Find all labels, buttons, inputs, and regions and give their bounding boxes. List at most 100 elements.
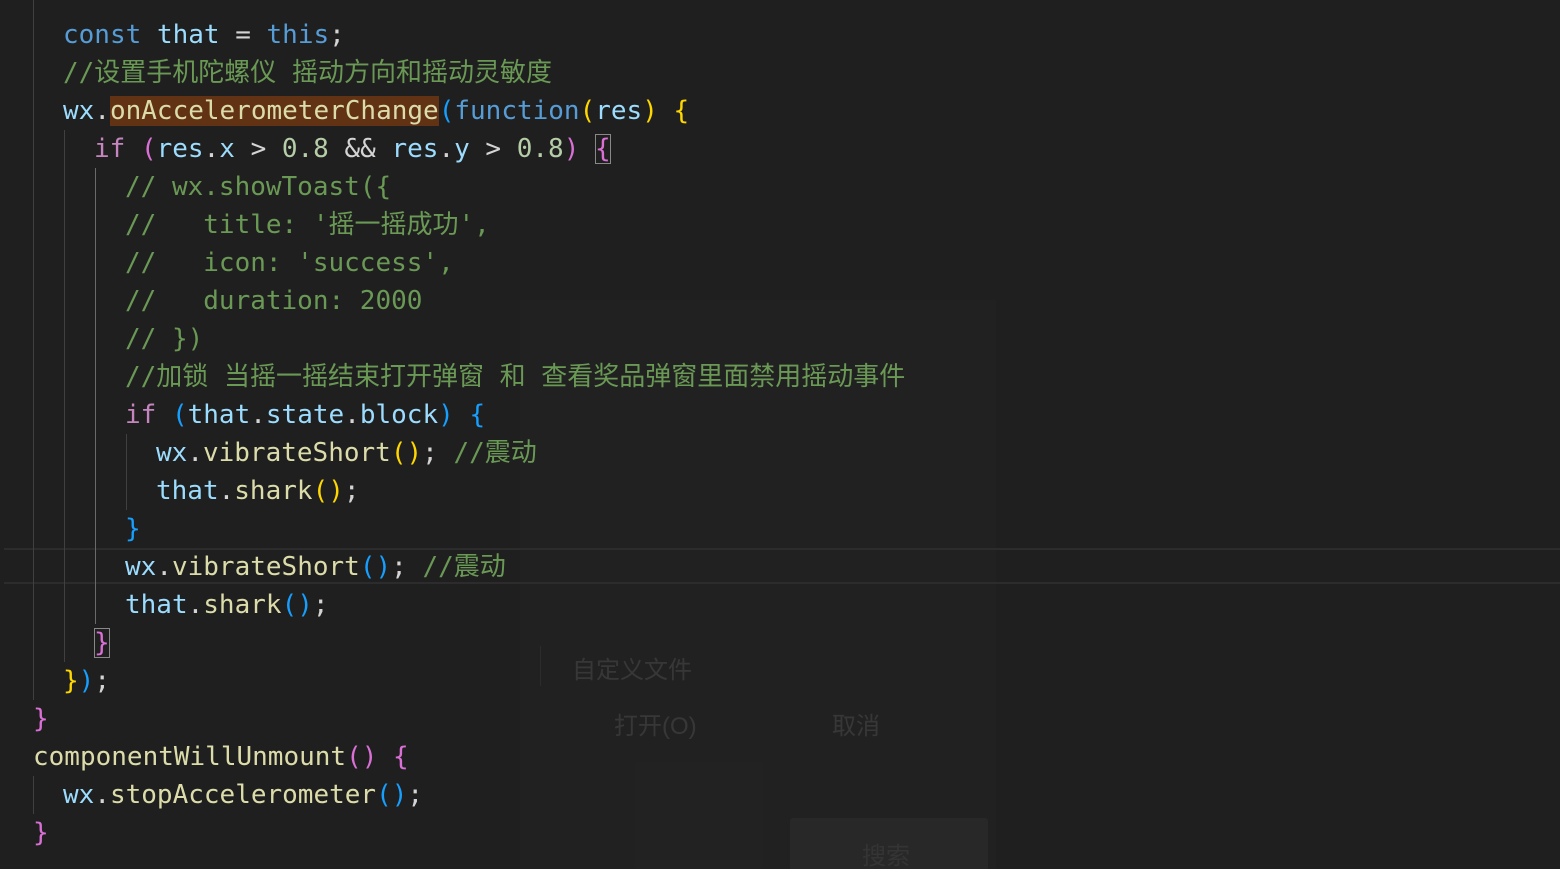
token: vibrateShort — [171, 552, 360, 582]
token: that — [187, 400, 251, 430]
token: () — [346, 742, 378, 772]
token: res — [595, 96, 643, 126]
indent-guide-active — [95, 168, 96, 624]
comment: // icon: 'success', — [125, 248, 454, 278]
token: () — [359, 552, 392, 582]
token: wx — [63, 96, 95, 126]
code-line-11[interactable]: if (that.state.block) { — [125, 396, 485, 434]
token: { — [673, 96, 690, 126]
token: } — [33, 818, 49, 848]
comment: //震动 — [422, 552, 506, 582]
token: state — [265, 400, 345, 430]
token: ; — [312, 590, 329, 620]
token: ) — [642, 96, 658, 126]
token: stopAccelerometer — [109, 780, 377, 810]
token: . — [218, 476, 235, 506]
token: ; — [407, 780, 424, 810]
code-line-15[interactable]: wx.vibrateShort(); //震动 — [125, 548, 506, 586]
token: ( — [438, 96, 455, 126]
ghost-dialog-separator — [540, 646, 541, 686]
comment: //设置手机陀螺仪 摇动方向和摇动灵敏度 — [63, 58, 552, 88]
code-line-20[interactable]: componentWillUnmount() { — [33, 738, 409, 776]
indent-guide — [33, 0, 34, 700]
token: 0.8 — [516, 134, 564, 164]
code-line-21[interactable]: wx.stopAccelerometer(); — [63, 776, 423, 814]
token: () — [390, 438, 423, 468]
ghost-cancel-button: 取消 — [832, 713, 880, 740]
token: () — [376, 780, 408, 810]
token: componentWillUnmount — [33, 742, 347, 772]
code-line-3[interactable]: wx.onAccelerometerChange(function(res) { — [63, 92, 689, 130]
code-line-2[interactable]: //设置手机陀螺仪 摇动方向和摇动灵敏度 — [63, 54, 552, 92]
token: . — [156, 552, 172, 582]
indent-guide — [64, 130, 65, 662]
bracket-match: } — [94, 628, 110, 658]
code-line-9[interactable]: // }) — [125, 320, 203, 358]
code-line-5[interactable]: // wx.showToast({ — [125, 168, 391, 206]
token: function — [454, 96, 580, 126]
token: ; — [391, 552, 407, 582]
token: block — [359, 400, 439, 430]
code-line-12[interactable]: wx.vibrateShort(); //震动 — [156, 434, 537, 472]
token: () — [281, 590, 313, 620]
code-line-4[interactable]: if (res.x > 0.8 && res.y > 0.8) { — [94, 130, 611, 168]
code-line-14[interactable]: } — [125, 510, 141, 548]
token: res — [156, 134, 204, 164]
token: ; — [422, 438, 438, 468]
comment: //加锁 当摇一摇结束打开弹窗 和 查看奖品弹窗里面禁用摇动事件 — [125, 362, 906, 392]
token: that — [156, 20, 220, 50]
token: that — [156, 476, 219, 506]
code-line-13[interactable]: that.shark(); — [156, 472, 360, 510]
comment: // wx.showToast({ — [125, 172, 392, 202]
ghost-file-type: 自定义文件 — [572, 657, 692, 684]
indent-guide — [126, 434, 127, 510]
token: . — [94, 96, 110, 126]
comment: //震动 — [453, 438, 537, 468]
comment: // duration: 2000 — [125, 286, 423, 316]
code-editor[interactable]: 自定义文件 打开(O) 取消 搜索 const that = this; //设… — [0, 0, 1560, 869]
token: if — [94, 134, 126, 164]
token: } — [125, 514, 141, 544]
code-line-10[interactable]: //加锁 当摇一摇结束打开弹窗 和 查看奖品弹窗里面禁用摇动事件 — [125, 358, 905, 396]
token: () — [312, 476, 344, 506]
token: shark — [203, 590, 282, 620]
code-line-17[interactable]: } — [94, 624, 110, 662]
token: ) — [78, 666, 95, 696]
ghost-open-button: 打开(O) — [614, 713, 697, 740]
code-line-7[interactable]: // icon: 'success', — [125, 244, 454, 282]
token: } — [63, 666, 79, 696]
token: . — [203, 134, 220, 164]
token: wx — [125, 552, 157, 582]
code-line-8[interactable]: // duration: 2000 — [125, 282, 422, 320]
token: && — [344, 134, 376, 164]
code-line-1[interactable]: const that = this; — [63, 16, 345, 54]
token: ( — [140, 134, 157, 164]
token: ( — [579, 96, 596, 126]
code-line-18[interactable]: }); — [63, 662, 110, 700]
comment: // title: '摇一摇成功', — [125, 210, 490, 240]
token: 0.8 — [281, 134, 329, 164]
token: ; — [94, 666, 110, 696]
code-line-22[interactable]: } — [33, 814, 49, 852]
token-highlighted: onAccelerometerChange — [109, 96, 439, 126]
ghost-bottom-button: 搜索 — [862, 843, 910, 869]
token: . — [344, 400, 360, 430]
token: y — [454, 134, 470, 164]
token: shark — [234, 476, 313, 506]
token: . — [187, 590, 204, 620]
token: . — [250, 400, 266, 430]
bracket-match: { — [595, 134, 611, 164]
code-line-6[interactable]: // title: '摇一摇成功', — [125, 206, 490, 244]
token: x — [219, 134, 235, 164]
token: ) — [563, 134, 580, 164]
token: ; — [329, 20, 345, 50]
token: . — [94, 780, 110, 810]
token: ; — [343, 476, 360, 506]
token: that — [125, 590, 188, 620]
code-line-19[interactable]: } — [33, 700, 49, 738]
code-line-16[interactable]: that.shark(); — [125, 586, 329, 624]
token: wx — [156, 438, 188, 468]
token: { — [469, 400, 486, 430]
token: if — [125, 400, 157, 430]
token: ) — [438, 400, 454, 430]
